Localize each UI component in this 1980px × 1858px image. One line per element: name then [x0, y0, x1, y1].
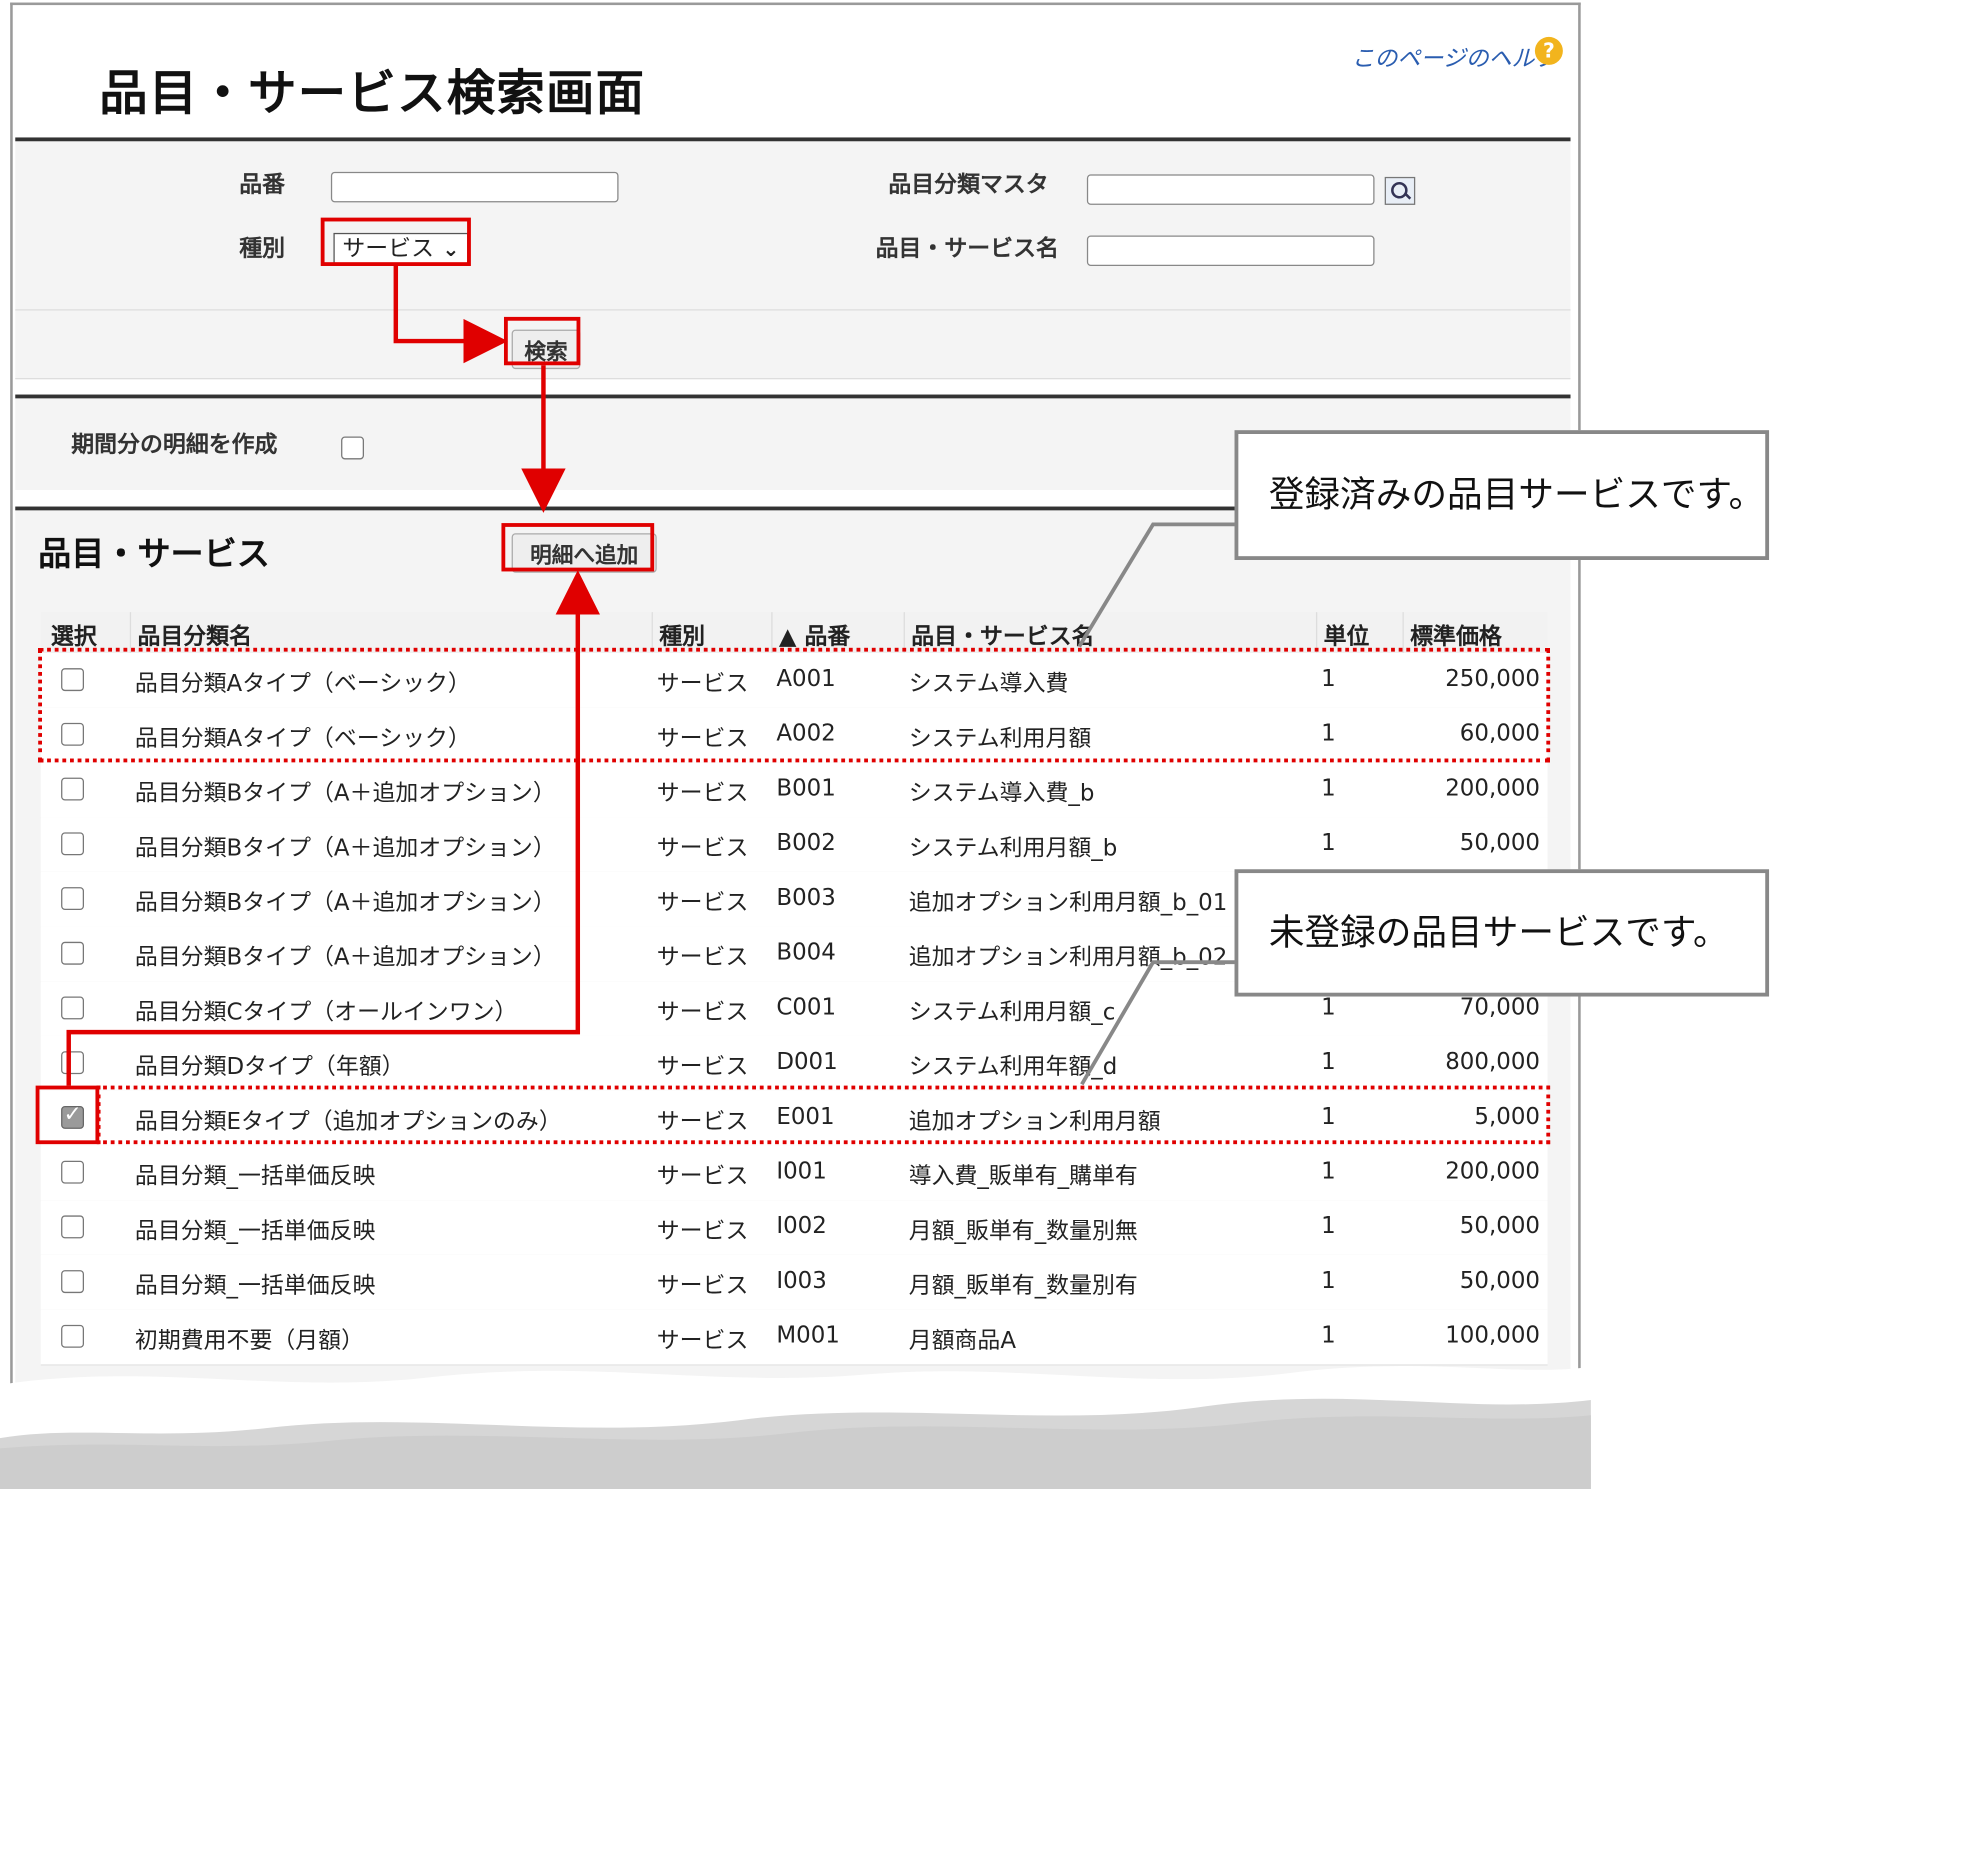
registered-callout: 登録済みの品目サービスです。	[1234, 430, 1770, 560]
annotation-arrows	[66, 265, 1238, 1086]
unregistered-callout: 未登録の品目サービスです。	[1234, 869, 1770, 997]
